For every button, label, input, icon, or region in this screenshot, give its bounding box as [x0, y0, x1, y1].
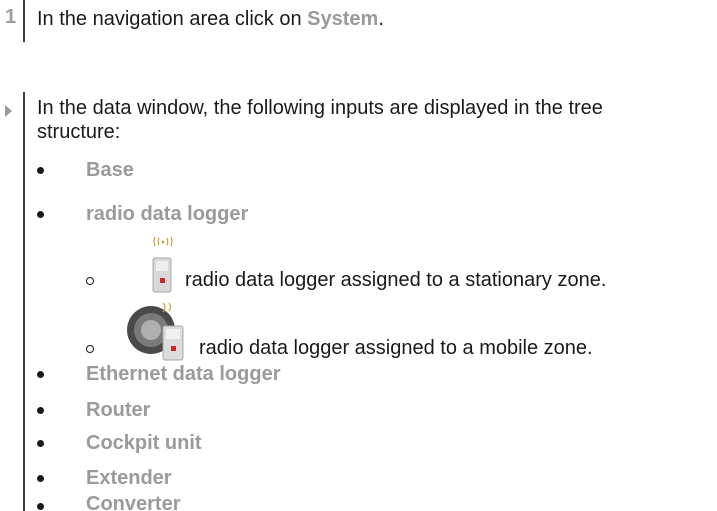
bullet-dot	[37, 440, 44, 447]
step-number: 1	[5, 6, 17, 28]
step-instruction: In the navigation area click on System.	[37, 7, 384, 31]
bullet-dot	[37, 503, 44, 510]
list-item-base: Base	[86, 159, 134, 181]
list-item-router: Router	[86, 399, 151, 421]
bullet-dot	[37, 407, 44, 414]
bullet-dot	[37, 167, 44, 174]
step-divider-line	[23, 0, 25, 42]
result-line-1: In the data window, the following inputs…	[37, 97, 603, 119]
step-text-after: .	[378, 8, 384, 30]
bullet-dot	[37, 211, 44, 218]
radio-logger-stationary-icon	[150, 236, 180, 296]
step-highlight-system: System	[307, 8, 379, 30]
list-item-radio-data-logger: radio data logger	[86, 203, 249, 225]
result-divider-line	[23, 92, 25, 511]
step-text-before: In the navigation area click on	[37, 8, 308, 30]
list-item-converter: Converter	[86, 493, 181, 511]
result-line-2: structure:	[37, 121, 121, 143]
list-item-cockpit-unit: Cockpit unit	[86, 432, 202, 454]
sub-bullet-circle	[86, 277, 94, 285]
result-text: In the data window, the following inputs…	[37, 96, 603, 144]
radio-logger-mobile-icon	[125, 302, 195, 366]
bullet-dot	[37, 475, 44, 482]
sub-item-mobile-text: radio data logger assigned to a mobile z…	[199, 337, 593, 359]
bullet-dot	[37, 371, 44, 378]
list-item-extender: Extender	[86, 467, 172, 489]
list-item-ethernet-data-logger: Ethernet data logger	[86, 363, 281, 385]
sub-bullet-circle	[86, 345, 94, 353]
sub-item-stationary-text: radio data logger assigned to a stationa…	[185, 269, 607, 291]
result-arrow-icon	[5, 105, 12, 117]
